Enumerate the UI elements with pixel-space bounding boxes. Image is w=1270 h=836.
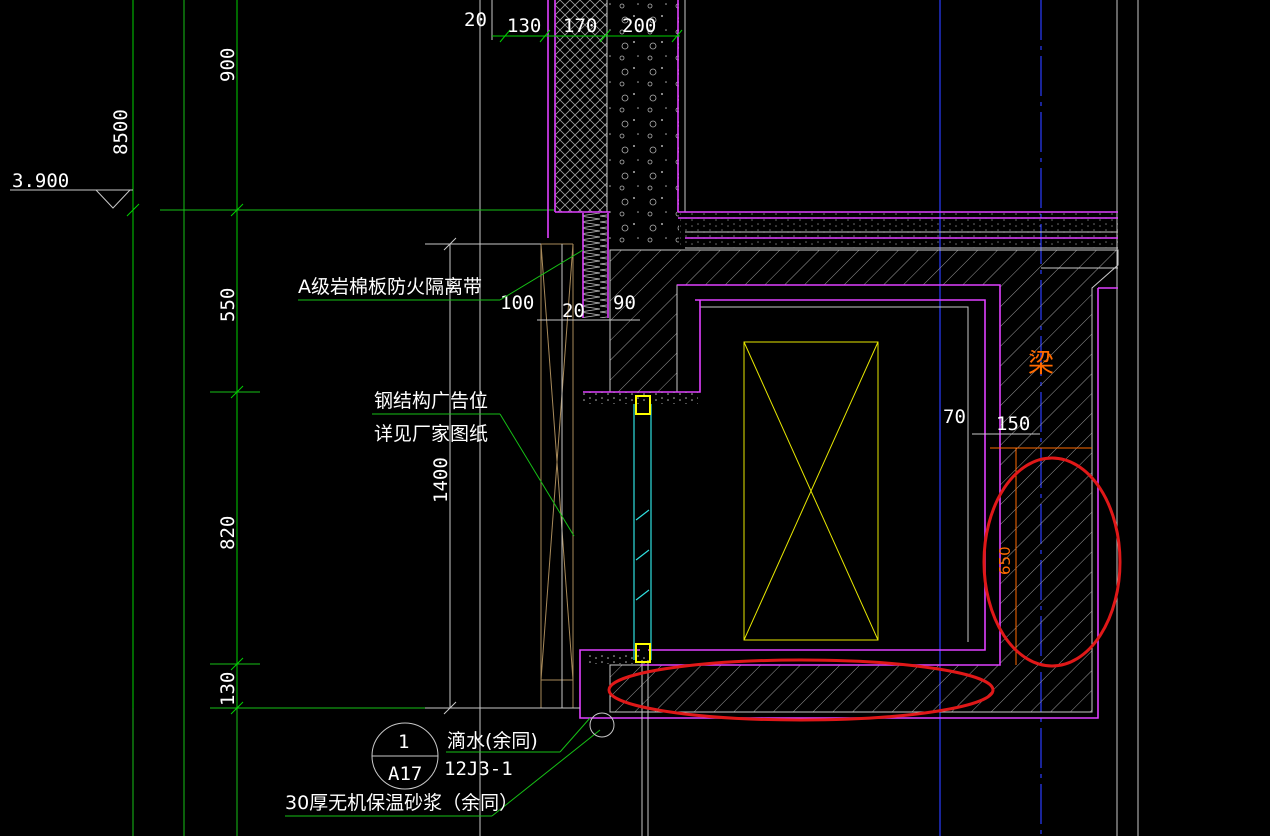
dim-170: 170 — [563, 15, 597, 37]
window-glazing — [633, 395, 652, 836]
dim-200: 200 — [622, 15, 656, 37]
elevation-marker: 3.900 — [10, 170, 133, 209]
dim-650: 650 — [996, 546, 1014, 575]
dim-1400: 1400 — [430, 457, 452, 503]
dim-150: 150 — [996, 413, 1030, 435]
dim-90: 90 — [613, 292, 636, 314]
steel-ad-label-line1: 钢结构广告位 — [374, 390, 488, 412]
dim-20: 20 — [562, 300, 585, 322]
dim-820: 820 — [217, 516, 239, 550]
elevation-text: 3.900 — [12, 170, 69, 192]
mortar-note: 30厚无机保温砂浆（余同） — [285, 792, 518, 814]
dim-550: 550 — [217, 288, 239, 322]
dim-70: 70 — [943, 406, 966, 428]
annotation-leaders — [285, 249, 601, 817]
dim-130: 130 — [507, 15, 541, 37]
steel-ad-label-line2: 详见厂家图纸 — [374, 423, 488, 445]
dim-20-top: 20 — [464, 9, 487, 31]
dim-8500: 8500 — [110, 109, 132, 155]
floor-slab — [678, 211, 1118, 249]
beam-label: 梁 — [1028, 349, 1054, 379]
standard-reference: 12J3-1 — [444, 758, 513, 780]
dim-100: 100 — [500, 292, 534, 314]
firebreak-label: A级岩棉板防火隔离带 — [298, 276, 482, 298]
index-top: 1 — [398, 731, 409, 753]
left-dimension-chain — [126, 0, 580, 715]
duct-opening — [743, 341, 879, 641]
dim-130-vertical: 130 — [217, 672, 239, 706]
index-bottom: A17 — [388, 763, 422, 785]
drip-note: 滴水(余同) — [447, 730, 538, 752]
cad-drawing-canvas[interactable]: 20 130 170 200 900 8500 550 820 130 1400… — [0, 0, 1270, 836]
beam-section — [579, 249, 1119, 719]
dim-900: 900 — [217, 48, 239, 82]
